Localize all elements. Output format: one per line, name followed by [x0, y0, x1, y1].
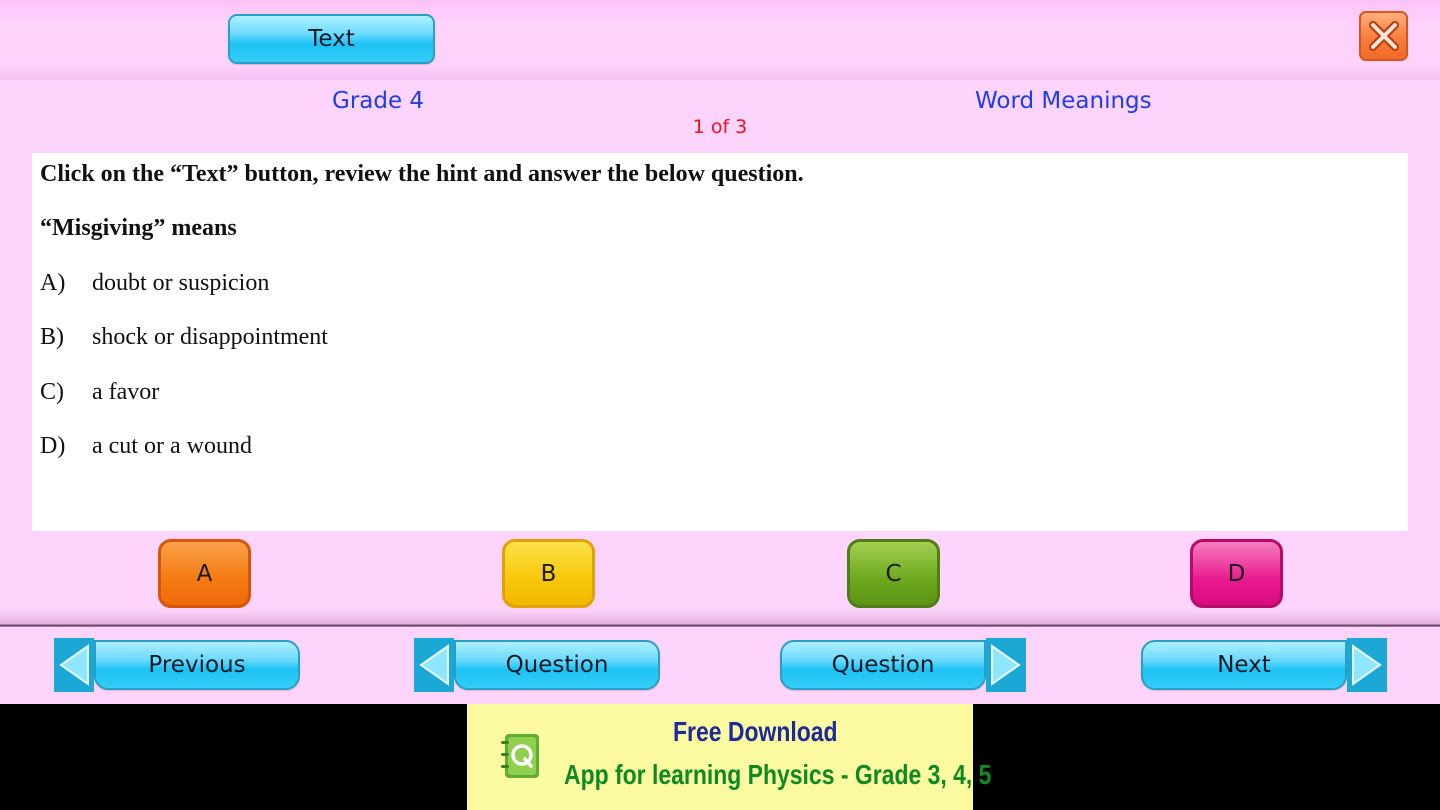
option-text: doubt or suspicion	[92, 270, 270, 296]
next-button[interactable]: Next	[1141, 638, 1387, 692]
next-label: Next	[1141, 640, 1347, 690]
left-arrow-icon	[414, 638, 454, 692]
previous-label: Previous	[94, 640, 300, 690]
topic-label: Word Meanings	[975, 88, 1152, 114]
question-stem: “Misgiving” means	[40, 215, 237, 241]
ad-subline: App for learning Physics - Grade 3, 4, 5	[564, 759, 992, 790]
option-text: shock or disappointment	[92, 324, 328, 350]
option-text: a cut or a wound	[92, 433, 252, 459]
option-text: a favor	[92, 379, 160, 405]
option-letter: A)	[40, 270, 66, 296]
ad-banner[interactable]: Free Download App for learning Physics -…	[467, 704, 991, 810]
question-instruction: Click on the “Text” button, review the h…	[40, 161, 804, 187]
question-counter: 1 of 3	[692, 116, 748, 138]
close-x-icon	[1368, 21, 1399, 51]
text-hint-button[interactable]: Text	[228, 14, 435, 64]
top-toolbar	[0, 0, 1440, 80]
next-question-button[interactable]: Question	[780, 638, 1026, 692]
next-question-label: Question	[780, 640, 986, 690]
notebook-q-icon	[501, 734, 539, 778]
answer-b-button[interactable]: B	[502, 539, 595, 608]
answer-a-button[interactable]: A	[158, 539, 251, 608]
option-letter: D)	[40, 433, 66, 459]
ad-headline: Free Download	[673, 716, 838, 747]
option-c: C) a favor	[40, 379, 159, 406]
right-arrow-icon	[986, 638, 1026, 692]
option-letter: B)	[40, 324, 64, 350]
option-d: D) a cut or a wound	[40, 433, 252, 460]
option-b: B) shock or disappointment	[40, 324, 328, 351]
previous-button[interactable]: Previous	[54, 638, 300, 692]
previous-question-label: Question	[454, 640, 660, 690]
option-a: A) doubt or suspicion	[40, 270, 269, 297]
grade-label: Grade 4	[332, 88, 425, 114]
answer-c-button[interactable]: C	[847, 539, 940, 608]
previous-question-button[interactable]: Question	[414, 638, 660, 692]
close-button[interactable]	[1359, 11, 1408, 61]
right-arrow-icon	[1347, 638, 1387, 692]
question-panel: Click on the “Text” button, review the h…	[32, 153, 1408, 531]
left-arrow-icon	[54, 638, 94, 692]
nav-divider	[0, 610, 1440, 627]
option-letter: C)	[40, 379, 64, 405]
answer-d-button[interactable]: D	[1190, 539, 1283, 608]
app-window: Text Grade 4 Word Meanings 1 of 3 Click …	[0, 0, 1440, 704]
